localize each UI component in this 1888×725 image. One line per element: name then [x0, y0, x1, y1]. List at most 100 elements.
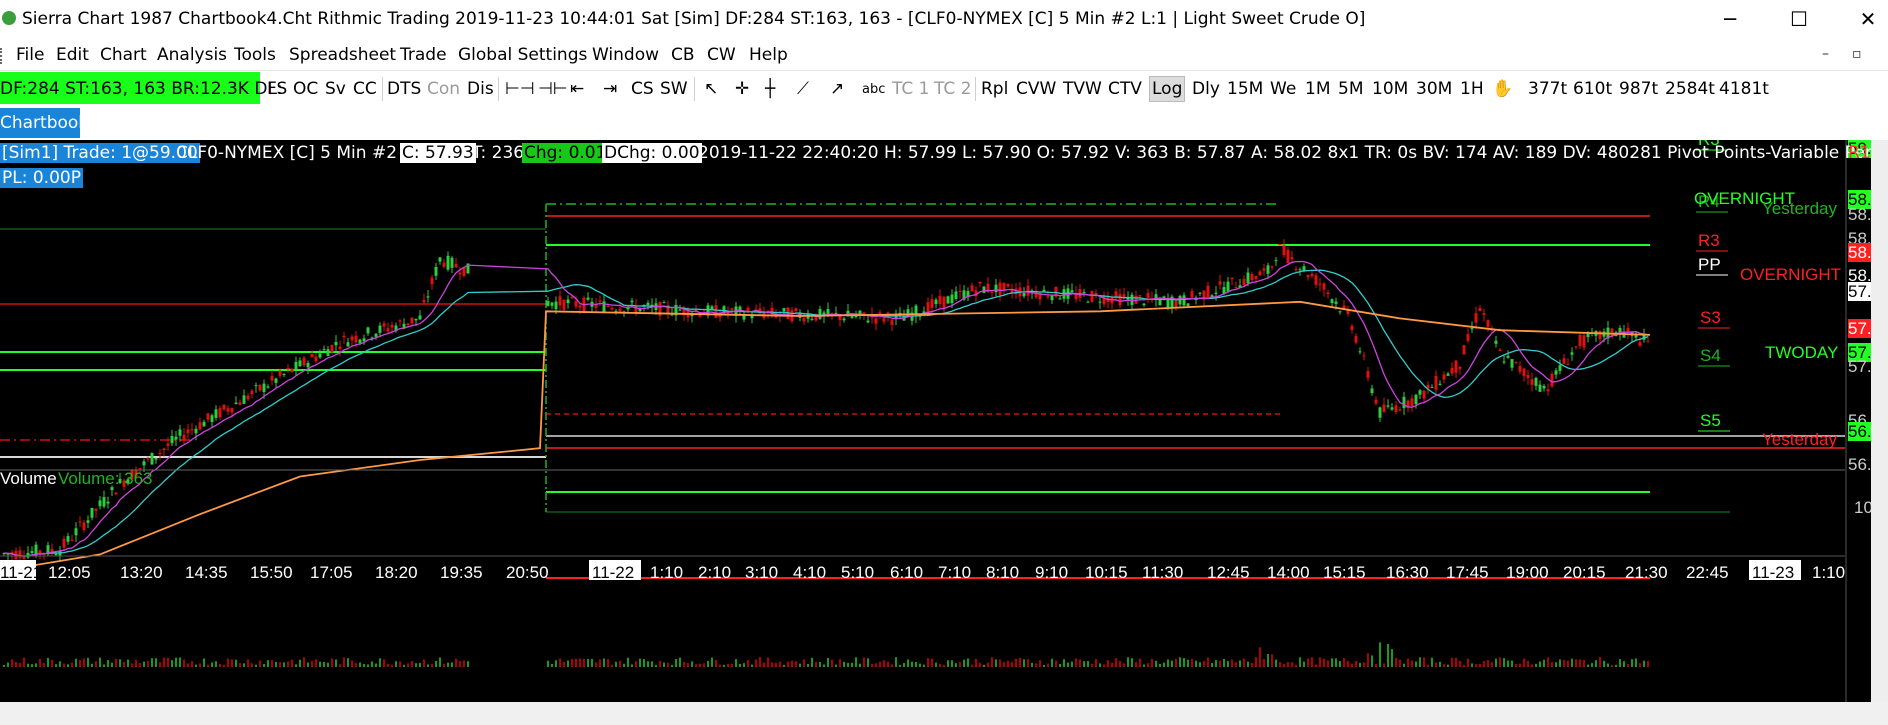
weekly-button[interactable]: We — [1270, 79, 1296, 99]
menu-window[interactable]: Window — [592, 45, 659, 65]
menu-edit[interactable]: Edit — [56, 45, 89, 65]
pointer-tool-icon[interactable]: ↖ — [704, 79, 718, 99]
candle-body — [574, 301, 578, 307]
987t-button[interactable]: 987t — [1619, 79, 1658, 99]
mdi-restore-button[interactable]: ▫ — [1852, 46, 1862, 62]
log-scale-button[interactable]: Log — [1148, 76, 1186, 102]
hand-tool-icon[interactable]: ✋ — [1492, 79, 1513, 99]
15m-button[interactable]: 15M — [1227, 79, 1263, 99]
volume-bar — [255, 664, 257, 667]
volume-bar — [339, 664, 341, 667]
volume-bar — [1615, 664, 1617, 667]
menu-analysis[interactable]: Analysis — [157, 45, 227, 65]
value-tool-icon[interactable]: ┼ — [765, 79, 775, 99]
line-tool-icon[interactable]: ⟋ — [797, 79, 809, 99]
candle-body — [1430, 387, 1434, 389]
377t-button[interactable]: 377t — [1528, 79, 1567, 99]
menu-help[interactable]: Help — [749, 45, 788, 65]
4181t-button[interactable]: 4181t — [1719, 79, 1769, 99]
crosshair-tool-icon[interactable]: ✛ — [735, 79, 749, 99]
candle-body — [546, 301, 550, 306]
volume-bar — [315, 659, 317, 667]
610t-button[interactable]: 610t — [1573, 79, 1612, 99]
candle-body — [94, 508, 98, 511]
menu-chart[interactable]: Chart — [100, 45, 147, 65]
oc-button[interactable]: OC — [293, 79, 318, 99]
candle-body — [358, 339, 362, 343]
1h-button[interactable]: 1H — [1460, 79, 1484, 99]
sw-button[interactable]: SW — [660, 79, 688, 99]
candle-body — [1230, 277, 1234, 280]
volume-bar — [219, 663, 221, 667]
dts-button[interactable]: DTS — [387, 79, 421, 99]
candle-body — [1022, 292, 1026, 297]
volume-bar — [903, 662, 905, 667]
ctv-button[interactable]: CTV — [1108, 79, 1142, 99]
2584t-button[interactable]: 2584t — [1665, 79, 1715, 99]
volume-bar — [751, 664, 753, 667]
ray-tool-icon[interactable]: ↗ — [830, 79, 844, 99]
volume-bar — [883, 660, 885, 667]
volume-bar — [1143, 664, 1145, 667]
mdi-minimize-button[interactable]: – — [1822, 46, 1829, 62]
con-button[interactable]: Con — [427, 79, 460, 99]
volume-bar — [1275, 659, 1277, 667]
volume-bar — [1139, 658, 1141, 667]
volume-bar — [547, 660, 549, 667]
menu-spreadsheet[interactable]: Spreadsheet — [289, 45, 396, 65]
30m-button[interactable]: 30M — [1416, 79, 1452, 99]
time-axis-label: 5:10 — [841, 563, 874, 582]
candle-body — [1058, 298, 1062, 300]
tc2-button[interactable]: TC 2 — [934, 79, 971, 99]
tc1-button[interactable]: TC 1 — [892, 79, 929, 99]
volume-bar — [383, 659, 385, 667]
time-axis-label: 9:10 — [1035, 563, 1068, 582]
cc-button[interactable]: CC — [353, 79, 377, 99]
volume-bar — [1195, 660, 1197, 667]
cs-button[interactable]: CS — [631, 79, 654, 99]
candle-body — [1286, 249, 1290, 264]
zoom-out-icon[interactable]: ⊢⊣ — [505, 79, 535, 99]
volume-bar — [1091, 663, 1093, 667]
volume-bar — [347, 658, 349, 667]
tab-chartbook4[interactable]: Chartbook4 — [0, 108, 99, 138]
1m-button[interactable]: 1M — [1305, 79, 1330, 99]
tvw-button[interactable]: TVW — [1063, 79, 1102, 99]
cvw-button[interactable]: CVW — [1016, 79, 1056, 99]
horizontal-scrollbar[interactable] — [0, 702, 1888, 725]
10m-button[interactable]: 10M — [1372, 79, 1408, 99]
menu-file[interactable]: File — [16, 45, 44, 65]
candle-body — [1310, 273, 1314, 277]
volume-bar — [571, 658, 573, 667]
daily-button[interactable]: Dly — [1192, 79, 1220, 99]
vertical-scrollbar[interactable] — [1871, 140, 1888, 702]
maximize-button[interactable]: ☐ — [1779, 6, 1819, 32]
time-axis-label: 11:30 — [1142, 563, 1183, 582]
time-axis-label: 11-22 — [592, 563, 634, 582]
menu-global-settings[interactable]: Global Settings — [458, 45, 587, 65]
menu-cw[interactable]: CW — [707, 45, 736, 65]
text-tool-icon[interactable]: abc — [862, 82, 885, 97]
candle-body — [950, 294, 954, 304]
scroll-right-icon[interactable]: ⇥ — [603, 79, 617, 99]
scroll-left-icon[interactable]: ⇤ — [570, 79, 584, 99]
menu-tools[interactable]: Tools — [234, 45, 276, 65]
zoom-in-icon[interactable]: ⊣⊢ — [538, 79, 568, 99]
volume-bar — [299, 659, 301, 667]
menu-trade[interactable]: Trade — [400, 45, 447, 65]
5m-button[interactable]: 5M — [1338, 79, 1363, 99]
menu-cb[interactable]: CB — [671, 45, 695, 65]
time-axis-label: 15:50 — [250, 563, 293, 582]
volume-bar — [431, 664, 433, 667]
sv-button[interactable]: Sv — [325, 79, 346, 99]
candle-body — [1042, 289, 1046, 292]
candle-body — [1474, 313, 1478, 323]
price-chart[interactable]: R3R4R3PPS3S4S5OVERNIGHTYesterdayOVERNIGH… — [0, 140, 1871, 702]
candle-body — [1534, 377, 1538, 386]
close-button[interactable]: ✕ — [1848, 6, 1888, 32]
volume-bar — [7, 662, 9, 667]
dis-button[interactable]: Dis — [467, 79, 494, 99]
minimize-button[interactable]: ─ — [1710, 6, 1750, 32]
replay-button[interactable]: Rpl — [981, 79, 1008, 99]
candle-body — [250, 390, 254, 394]
